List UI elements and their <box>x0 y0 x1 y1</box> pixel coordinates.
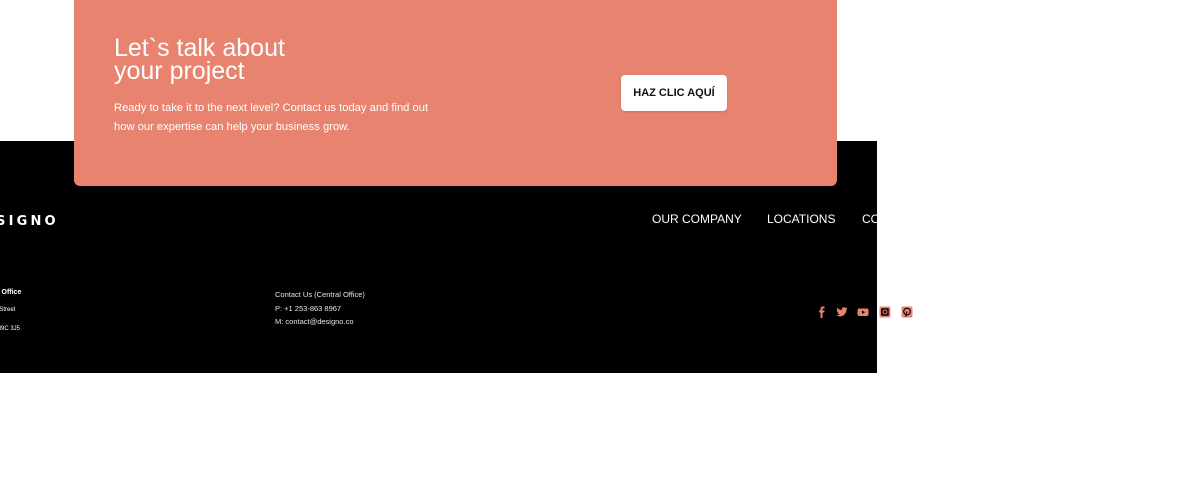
contact-email[interactable]: M: contact@designo.co <box>275 315 365 329</box>
nav-locations[interactable]: LOCATIONS <box>767 212 835 226</box>
cta-card: Let`s talk about your project Ready to t… <box>74 0 837 186</box>
cta-description: Ready to take it to the next level? Cont… <box>114 102 429 133</box>
office-postal: o M9C 3J5 <box>0 326 21 332</box>
pinterest-icon[interactable] <box>900 305 913 318</box>
cta-button[interactable]: HAZ CLIC AQUÍ <box>621 75 727 111</box>
contact-heading: Contact Us (Central Office) <box>275 290 365 299</box>
office-street: on Street <box>0 307 16 313</box>
nav-our-company[interactable]: OUR COMPANY <box>652 212 742 226</box>
cta-title: Let`s talk about your project <box>114 34 285 85</box>
office-title: ral Office <box>0 289 22 296</box>
nav-contact[interactable]: CONTACT <box>862 212 877 226</box>
facebook-icon[interactable] <box>815 305 828 318</box>
twitter-icon[interactable] <box>835 305 848 318</box>
contact-phone[interactable]: P: +1 253-863 8967 <box>275 302 365 316</box>
footer-logo[interactable]: SIGNO <box>0 214 59 229</box>
page: SIGNO OUR COMPANY LOCATIONS CONTACT ral … <box>0 0 1200 502</box>
instagram-icon[interactable] <box>878 305 891 318</box>
youtube-icon[interactable] <box>856 305 869 318</box>
office-address: ral Office on Street o M9C 3J5 <box>0 288 91 344</box>
contact-info: Contact Us (Central Office) P: +1 253-86… <box>275 288 365 329</box>
